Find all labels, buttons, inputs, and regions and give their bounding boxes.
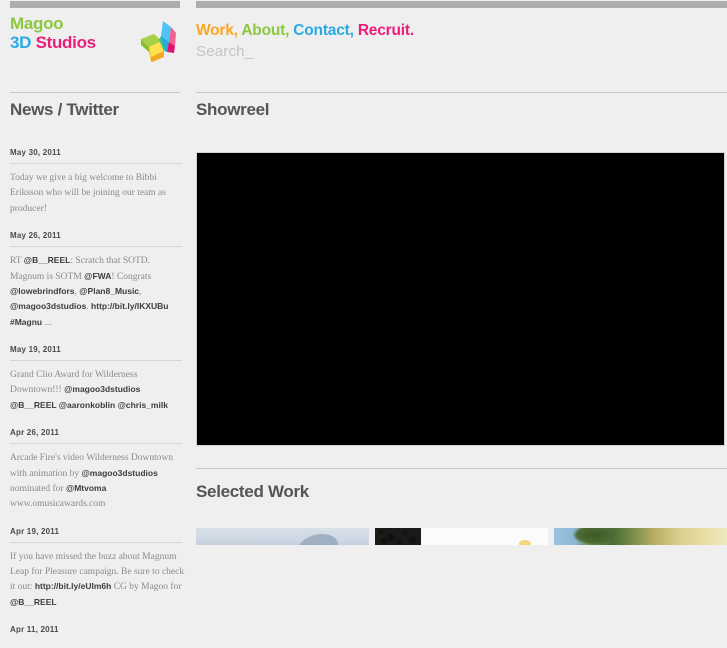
news-text: RT @B__REEL: Scratch that SOTD. Magnum i… xyxy=(10,255,169,328)
news-text: Grand Clio Award for Wilderness Downtown… xyxy=(10,370,168,410)
news-divider xyxy=(10,360,182,361)
news-date: May 26, 2011 xyxy=(10,231,61,241)
nav-item-about[interactable]: About xyxy=(241,22,285,39)
selected-work-thumbnails xyxy=(196,528,727,545)
news-item[interactable]: Apr 26, 2011 Arcade Fire's video Wildern… xyxy=(10,428,186,513)
showreel-video-player[interactable] xyxy=(196,152,725,446)
brand-line-2: 3D Studios xyxy=(10,33,96,52)
nav-sep-2: , xyxy=(285,22,290,39)
thumbnail-3[interactable] xyxy=(554,528,727,545)
nav-item-contact[interactable]: Contact xyxy=(293,22,349,39)
news-date: May 30, 2011 xyxy=(10,148,61,157)
news-date: Apr 26, 2011 xyxy=(10,428,60,438)
search-input[interactable] xyxy=(196,43,396,60)
nav-item-work[interactable]: Work xyxy=(196,22,234,39)
nav-item-recruit[interactable]: Recruit xyxy=(358,22,410,39)
news-date: Apr 19, 2011 xyxy=(10,526,60,536)
site-header: Magoo 3D Studios Work, About, Contact, R… xyxy=(0,10,727,68)
page-root: Magoo 3D Studios Work, About, Contact, R… xyxy=(0,0,727,634)
news-divider xyxy=(10,541,182,543)
top-bar-right xyxy=(196,1,727,8)
header-rule-right xyxy=(196,92,727,93)
brand-studios: Studios xyxy=(35,33,97,53)
news-divider xyxy=(10,443,182,445)
news-divider xyxy=(10,246,182,248)
main-nav: Work, About, Contact, Recruit. xyxy=(196,22,414,40)
news-divider xyxy=(10,163,182,164)
main-content: Showreel xyxy=(196,100,727,120)
news-item[interactable]: May 26, 2011 RT @B__REEL: Scratch that S… xyxy=(10,231,186,331)
brand-line-1: Magoo xyxy=(10,14,96,33)
news-item[interactable]: May 19, 2011 Grand Clio Award for Wilder… xyxy=(10,345,186,414)
selected-work-rule xyxy=(196,468,727,469)
news-item[interactable]: May 30, 2011 Today we give a big welcome… xyxy=(10,148,186,217)
nav-sep-1: , xyxy=(233,22,238,39)
nav-sep-3: , xyxy=(349,22,354,39)
header-rule-left xyxy=(10,92,180,93)
nav-sep-4: . xyxy=(409,22,414,39)
top-bars xyxy=(0,0,727,8)
thumbnail-1[interactable] xyxy=(196,528,369,545)
news-date: Apr 11, 2011 xyxy=(10,625,59,635)
news-sidebar: News / Twitter May 30, 2011 Today we giv… xyxy=(10,100,186,648)
news-text: Arcade Fire's video Wilderness Downtown … xyxy=(10,453,174,510)
selected-work-title: Selected Work xyxy=(196,482,309,501)
news-text: Today we give a big welcome to Bibbi Eri… xyxy=(10,173,166,214)
3d-butterfly-logo-icon[interactable] xyxy=(138,19,178,63)
thumbnail-2[interactable] xyxy=(375,528,548,545)
showreel-title: Showreel xyxy=(196,100,270,119)
news-date: May 19, 2011 xyxy=(10,345,61,354)
brand-logo[interactable]: Magoo 3D Studios xyxy=(10,14,96,52)
brand-3d: 3D xyxy=(10,33,32,53)
news-item[interactable]: Apr 11, 2011 xyxy=(10,625,186,634)
brand-magoo: Magoo xyxy=(10,14,64,33)
top-bar-left xyxy=(10,1,180,8)
news-item[interactable]: Apr 19, 2011 If you have missed the buzz… xyxy=(10,527,186,612)
news-text: If you have missed the buzz about Magnum… xyxy=(10,551,185,607)
sidebar-title: News / Twitter xyxy=(10,100,119,119)
